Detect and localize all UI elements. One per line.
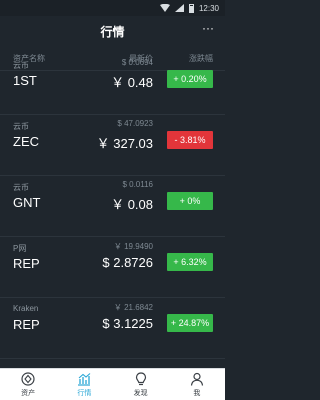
tab-discover[interactable]: 发现	[113, 369, 169, 400]
bottom-tab-bar: 资产 行情 发现 我	[0, 368, 225, 400]
tab-asset[interactable]: 资产	[0, 369, 56, 400]
tab-label: 资产	[21, 389, 36, 397]
page-title: 行情	[100, 24, 125, 39]
list-item[interactable]: Kraken REP ￥ 21.6842 $ 3.1225 + 24.87%	[0, 298, 225, 359]
nav-bar: 行情 ···	[0, 16, 225, 46]
tab-market[interactable]: 行情	[56, 369, 112, 400]
list-item[interactable]: 云币 ZEC $ 47.0923 ￥ 327.03 - 3.81%	[0, 115, 225, 176]
secondary-price: $ 47.0923	[117, 119, 153, 128]
change-badge[interactable]: - 3.81%	[167, 131, 213, 149]
market-chart-icon	[78, 372, 91, 386]
latest-price: ￥ 0.48	[111, 75, 153, 90]
tab-label: 发现	[133, 389, 148, 397]
change-badge[interactable]: + 24.87%	[167, 314, 213, 332]
tab-label: 行情	[77, 389, 92, 397]
secondary-price: $ 0.0116	[122, 180, 153, 189]
change-badge[interactable]: + 0%	[167, 192, 213, 210]
latest-price: $ 2.8726	[102, 255, 153, 270]
profile-icon	[190, 372, 203, 386]
asset-symbol: REP	[13, 317, 40, 332]
exchange-name: Kraken	[13, 304, 39, 313]
discover-bulb-icon	[135, 371, 146, 385]
list-item[interactable]: P网 REP ￥ 19.9490 $ 2.8726 + 6.32%	[0, 237, 225, 298]
secondary-price: $ 0.0694	[121, 58, 153, 67]
tab-me[interactable]: 我	[169, 369, 225, 400]
wifi-icon	[159, 4, 170, 12]
exchange-name: 云币	[13, 61, 29, 70]
secondary-price: ￥ 21.6842	[113, 303, 153, 312]
latest-price: ￥ 327.03	[96, 136, 153, 151]
battery-icon	[188, 3, 194, 13]
exchange-name: 云币	[13, 122, 29, 131]
tab-label: 我	[193, 389, 201, 397]
exchange-name: 云币	[13, 183, 29, 192]
asset-symbol: ZEC	[13, 134, 39, 149]
change-badge[interactable]: + 0.20%	[167, 70, 213, 88]
list-item[interactable]: 云币 1ST $ 0.0694 ￥ 0.48 + 0.20%	[0, 54, 225, 115]
signal-icon	[174, 4, 184, 12]
asset-symbol: 1ST	[13, 73, 37, 88]
more-icon[interactable]: ···	[200, 22, 216, 38]
latest-price: ￥ 0.08	[111, 197, 153, 212]
asset-symbol: GNT	[13, 195, 41, 210]
list-item[interactable]: 云币 GNT $ 0.0116 ￥ 0.08 + 0%	[0, 176, 225, 237]
asset-icon	[21, 371, 35, 386]
asset-symbol: REP	[13, 256, 40, 271]
latest-price: $ 3.1225	[102, 316, 153, 331]
secondary-price: ￥ 19.9490	[113, 242, 153, 251]
change-badge[interactable]: + 6.32%	[167, 253, 213, 271]
status-bar: 12:30	[0, 0, 225, 16]
status-time: 12:30	[198, 3, 219, 13]
exchange-name: P网	[13, 244, 27, 253]
